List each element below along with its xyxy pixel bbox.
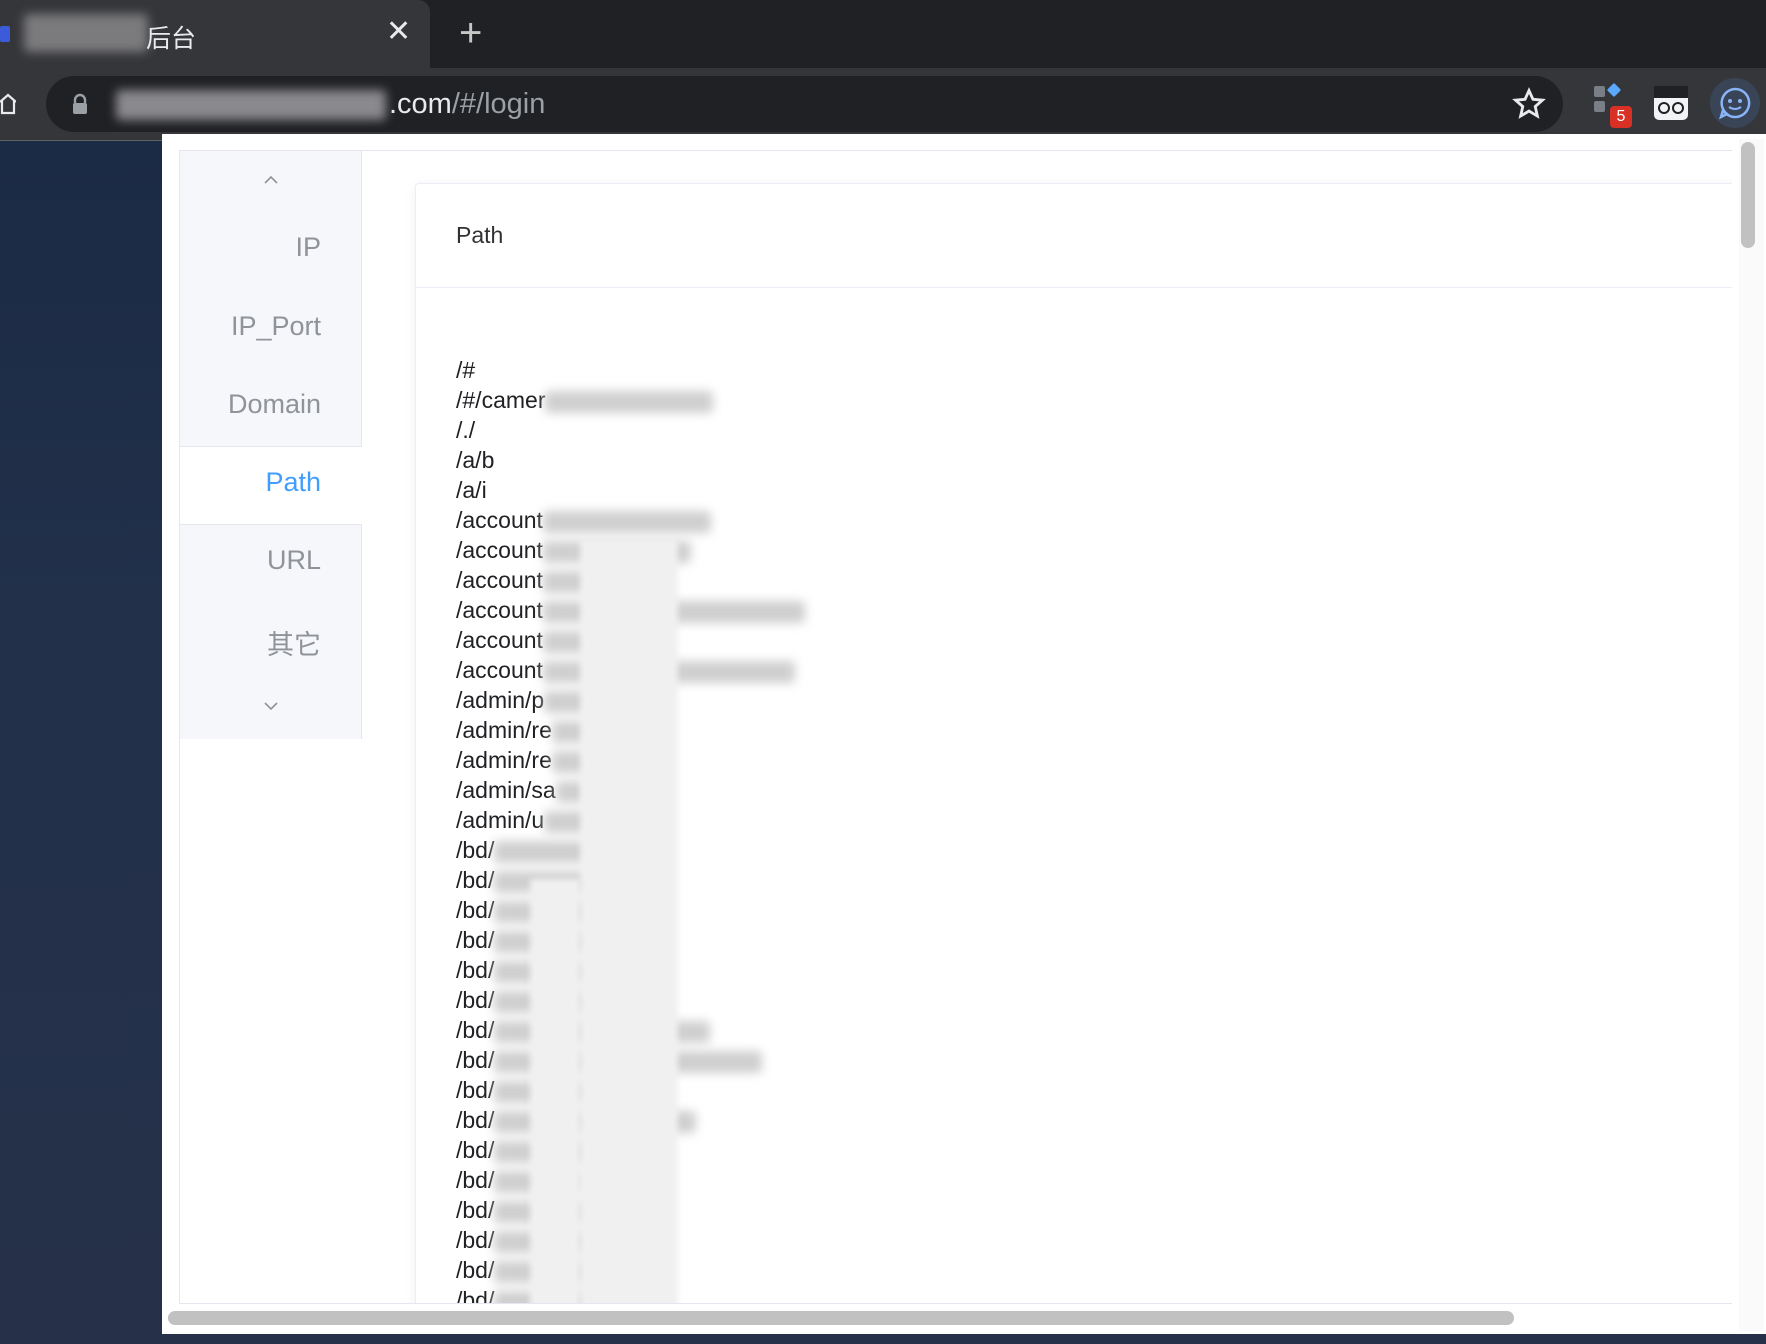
tab-ip[interactable]: IP (295, 232, 321, 263)
redaction-overlay (580, 539, 678, 1303)
path-text: /# (456, 357, 476, 383)
path-text: /bd/ (456, 1197, 495, 1223)
horizontal-scrollbar-thumb[interactable] (168, 1311, 1514, 1325)
extension-assistant-icon[interactable] (1710, 78, 1760, 128)
tab-title: 后台 (146, 25, 197, 53)
path-text: /bd/ (456, 897, 495, 923)
browser-tab[interactable]: 后台 ✕ (0, 0, 430, 68)
tab-path[interactable]: Path (265, 467, 321, 498)
extension-badge: 5 (1610, 106, 1632, 128)
path-text: /bd/ (456, 867, 495, 893)
browser-toolbar: .com/#/login 5 (0, 68, 1766, 141)
path-text: /bd/ (456, 987, 495, 1013)
redacted-path-segment (545, 390, 714, 413)
path-text: /bd/ (456, 1047, 495, 1073)
path-list-item: /#/camer (456, 385, 805, 415)
path-text: /admin/u (456, 807, 545, 833)
vertical-scrollbar-thumb[interactable] (1741, 142, 1755, 248)
path-text: /bd/ (456, 1227, 495, 1253)
path-text: /bd/ (456, 1107, 495, 1133)
bookmark-star-icon[interactable] (1512, 87, 1546, 121)
path-list-item: /# (456, 355, 805, 385)
tab-other[interactable]: 其它 (267, 623, 321, 662)
path-text: /account (456, 507, 543, 533)
path-text: /bd/ (456, 1077, 495, 1103)
tab-ip-port[interactable]: IP_Port (231, 311, 321, 342)
vertical-scrollbar-track[interactable] (1739, 139, 1764, 1331)
path-text: /bd/ (456, 1257, 495, 1283)
close-tab-icon[interactable]: ✕ (386, 17, 411, 47)
redacted-path-segment (542, 510, 711, 533)
path-text: /admin/p (456, 687, 545, 713)
bot-icon (1719, 87, 1751, 120)
extension-apps-icon[interactable]: 5 (1586, 78, 1636, 128)
path-list-item: /account (456, 505, 805, 535)
chevron-up-icon[interactable] (264, 173, 278, 187)
extension-reader-icon[interactable] (1646, 78, 1696, 128)
path-text: /admin/re (456, 747, 552, 773)
url-domain-suffix: .com (389, 88, 452, 120)
path-text: /bd/ (456, 1167, 495, 1193)
path-text: /a/i (456, 477, 487, 503)
tab-url[interactable]: URL (267, 545, 321, 576)
path-card: Path /# /#/camer /./ /a/b/a/i/account/accou… (415, 183, 1732, 1304)
path-text: /admin/sa (456, 777, 556, 803)
path-text: /admin/re (456, 717, 552, 743)
path-list-item: /a/b (456, 445, 805, 475)
redaction-overlay (530, 879, 580, 1303)
path-text: /./ (456, 417, 476, 443)
path-text: /account (456, 657, 543, 683)
path-text: /#/camer (456, 387, 546, 413)
card-header: Path (416, 184, 1732, 288)
path-text: /account (456, 567, 543, 593)
path-text: /account (456, 537, 543, 563)
path-text: /account (456, 597, 543, 623)
vertical-tab-nav: IP IP_Port Domain Path URL 其它 (180, 151, 362, 739)
url-route: /#/login (451, 88, 546, 120)
path-list-item: /a/i (456, 475, 805, 505)
redacted-tab-title (24, 14, 148, 52)
path-text: /bd/ (456, 957, 495, 983)
path-text: /account (456, 627, 543, 653)
dialog: IP IP_Port Domain Path URL 其它 Path /# /#/… (162, 134, 1766, 1334)
path-text: /bd/ (456, 1287, 495, 1304)
redacted-domain (116, 90, 386, 120)
browser-tab-strip: 后台 ✕ + (0, 0, 1766, 68)
tab-domain[interactable]: Domain (228, 389, 321, 420)
path-text: /bd/ (456, 1017, 495, 1043)
address-bar[interactable]: .com/#/login (46, 76, 1563, 132)
home-icon[interactable] (0, 92, 16, 116)
chevron-down-icon[interactable] (264, 699, 278, 713)
lock-icon[interactable] (70, 93, 90, 115)
glasses-icon (1654, 86, 1688, 120)
path-text: /bd/ (456, 1137, 495, 1163)
path-text: /a/b (456, 447, 495, 473)
tabs-container: IP IP_Port Domain Path URL 其它 Path /# /#/… (179, 150, 1732, 1304)
new-tab-button[interactable]: + (459, 13, 482, 53)
favicon-icon (0, 26, 10, 42)
url-text[interactable]: .com/#/login (389, 88, 545, 121)
card-title: Path (456, 222, 504, 248)
path-text: /bd/ (456, 837, 495, 863)
path-list-item: /./ (456, 415, 805, 445)
path-text: /bd/ (456, 927, 495, 953)
